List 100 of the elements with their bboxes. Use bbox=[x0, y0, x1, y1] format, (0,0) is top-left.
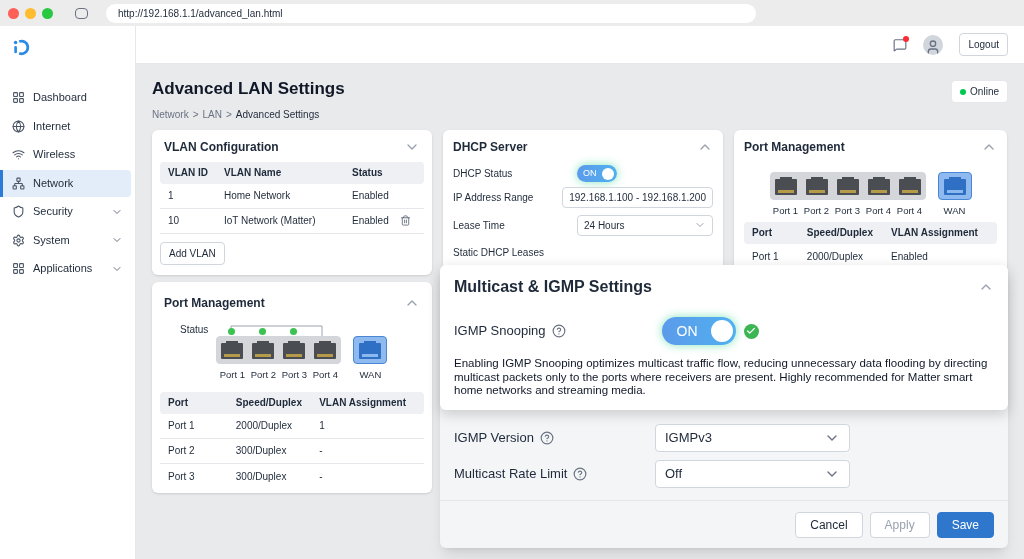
breadcrumb-current: Advanced Settings bbox=[235, 107, 320, 122]
ethernet-port-icon bbox=[251, 339, 276, 360]
column-header: VLAN Assignment bbox=[891, 226, 979, 241]
nav-icon bbox=[12, 176, 25, 190]
wan-port-icon bbox=[358, 339, 383, 360]
help-icon[interactable] bbox=[539, 430, 554, 445]
table-cell-text: 2000/Duplex bbox=[235, 419, 293, 434]
minimize-window-button[interactable] bbox=[25, 7, 36, 19]
table-cell-text: 2000/Duplex bbox=[806, 249, 864, 264]
field-label: IGMP Snooping bbox=[454, 322, 546, 341]
table-cell-text: 1 bbox=[319, 419, 326, 434]
nav-icon bbox=[12, 91, 25, 104]
field-label: Multicast Rate Limit bbox=[454, 464, 568, 483]
ethernet-port-icon bbox=[897, 175, 922, 196]
nav-icon bbox=[12, 262, 25, 275]
field-label: DHCP Status bbox=[453, 167, 514, 181]
ethernet-port-icon bbox=[282, 339, 307, 360]
logo-icon bbox=[12, 38, 30, 56]
nav-icon bbox=[12, 205, 25, 218]
secondary-button[interactable]: Cancel bbox=[795, 511, 863, 538]
ethernet-port-icon bbox=[835, 175, 860, 196]
close-window-button[interactable] bbox=[8, 7, 19, 19]
sidebar-item[interactable]: Dashboard bbox=[0, 84, 135, 111]
maximize-window-button[interactable] bbox=[42, 7, 53, 19]
ethernet-port-icon bbox=[804, 175, 829, 196]
table-cell-text: 300/Duplex bbox=[235, 469, 288, 484]
sidebar-item[interactable]: Applications bbox=[0, 255, 135, 282]
help-icon[interactable] bbox=[573, 466, 588, 481]
port-label: WAN bbox=[359, 367, 382, 382]
port-label: WAN bbox=[943, 203, 966, 218]
column-header: Speed/Duplex bbox=[806, 226, 874, 241]
column-header: VLAN Name bbox=[224, 166, 283, 180]
table-cell-text: Enabled bbox=[352, 214, 390, 228]
card-title: Port Management bbox=[744, 138, 845, 156]
sidebar-item[interactable]: Wireless bbox=[0, 141, 135, 168]
table-cell-text: Enabled bbox=[352, 189, 390, 203]
table-cell-text: Port 1 bbox=[752, 249, 780, 264]
nav-icon bbox=[12, 119, 25, 133]
page-title: Advanced LAN Settings bbox=[152, 78, 345, 100]
table-cell-text: Port 3 bbox=[168, 469, 196, 484]
breadcrumb-link[interactable]: Network bbox=[152, 106, 189, 122]
port-label: Port 4 bbox=[311, 367, 340, 382]
rate-limit-dropdown[interactable]: Off bbox=[655, 459, 850, 488]
ethernet-port-icon bbox=[866, 175, 891, 196]
port-label: Port 1 bbox=[771, 203, 800, 218]
table-cell-text: Port 2 bbox=[168, 444, 196, 459]
card-title: VLAN Configuration bbox=[164, 138, 279, 156]
port-label: Port 2 bbox=[249, 367, 278, 382]
field-label: IGMP Version bbox=[454, 428, 534, 447]
table-cell-text: 300/Duplex bbox=[235, 444, 288, 459]
field-label: IP Address Range bbox=[453, 191, 535, 205]
ip-range-field[interactable]: 192.168.1.100 - 192.168.1.200 bbox=[562, 187, 713, 208]
sidebar-item[interactable]: Internet bbox=[0, 112, 135, 140]
column-header: Port bbox=[168, 396, 189, 411]
port-label: Port 2 bbox=[802, 203, 831, 218]
column-header: VLAN Assignment bbox=[319, 396, 407, 411]
column-header: Port bbox=[752, 226, 773, 241]
add-vlan-button[interactable]: Add VLAN bbox=[160, 241, 225, 265]
lease-time-dropdown[interactable]: 24 Hours bbox=[577, 214, 713, 236]
avatar[interactable] bbox=[923, 34, 944, 55]
card-title: Multicast & IGMP Settings bbox=[454, 277, 652, 297]
table-cell-text: - bbox=[319, 469, 324, 484]
card-title: Port Management bbox=[164, 294, 265, 312]
port-label: Port 1 bbox=[218, 367, 247, 382]
help-icon[interactable] bbox=[551, 324, 566, 338]
ethernet-port-icon bbox=[313, 339, 338, 360]
field-label: Lease Time bbox=[453, 218, 506, 233]
table-cell-text: Home Network bbox=[224, 189, 292, 203]
delete-icon[interactable] bbox=[400, 215, 411, 226]
status-label: Status bbox=[180, 322, 209, 337]
column-header: VLAN ID bbox=[168, 166, 209, 180]
table-cell-text: IoT Network (Matter) bbox=[224, 214, 317, 228]
card-title: DHCP Server bbox=[453, 138, 528, 156]
column-header: Speed/Duplex bbox=[235, 396, 303, 411]
table-cell-text: - bbox=[319, 444, 324, 459]
sidebar-item[interactable]: Network bbox=[0, 169, 131, 197]
port-label: Port 4 bbox=[895, 203, 924, 218]
address-bar[interactable]: http://192.168.1.1/advanced_lan.html bbox=[106, 3, 756, 23]
table-cell-text: 10 bbox=[168, 214, 181, 228]
table-cell-text: 1 bbox=[168, 189, 175, 203]
nav-icon bbox=[12, 148, 25, 161]
wan-port-icon bbox=[942, 175, 967, 196]
table-cell-text: Enabled bbox=[891, 249, 929, 264]
section-label: Static DHCP Leases bbox=[453, 245, 545, 260]
igmp-version-dropdown[interactable]: IGMPv3 bbox=[655, 423, 850, 452]
breadcrumb-link[interactable]: LAN bbox=[202, 106, 222, 122]
sidebar-item[interactable]: Security bbox=[0, 198, 135, 225]
sidebar-item[interactable]: System bbox=[0, 226, 135, 254]
port-label: Port 3 bbox=[833, 203, 862, 218]
message-icon[interactable] bbox=[893, 37, 908, 52]
port-label: Port 4 bbox=[864, 203, 893, 218]
sidebar-toggle-icon[interactable] bbox=[75, 7, 88, 19]
check-icon bbox=[743, 323, 759, 339]
column-header: Status bbox=[352, 166, 384, 180]
primary-button[interactable]: Save bbox=[936, 511, 994, 538]
status-badge: Online bbox=[951, 80, 1008, 103]
logout-button[interactable]: Logout bbox=[959, 33, 1008, 56]
table-cell-text: Port 1 bbox=[168, 419, 196, 434]
description-text: Enabling IGMP Snooping optimizes multicast traffic flow, reducing unnecessary data flooding by directing multicast packets only to the ports where receivers are present. Highly recommended for Matter smart home networks and streaming media. bbox=[454, 357, 989, 398]
nav-icon bbox=[12, 233, 25, 247]
